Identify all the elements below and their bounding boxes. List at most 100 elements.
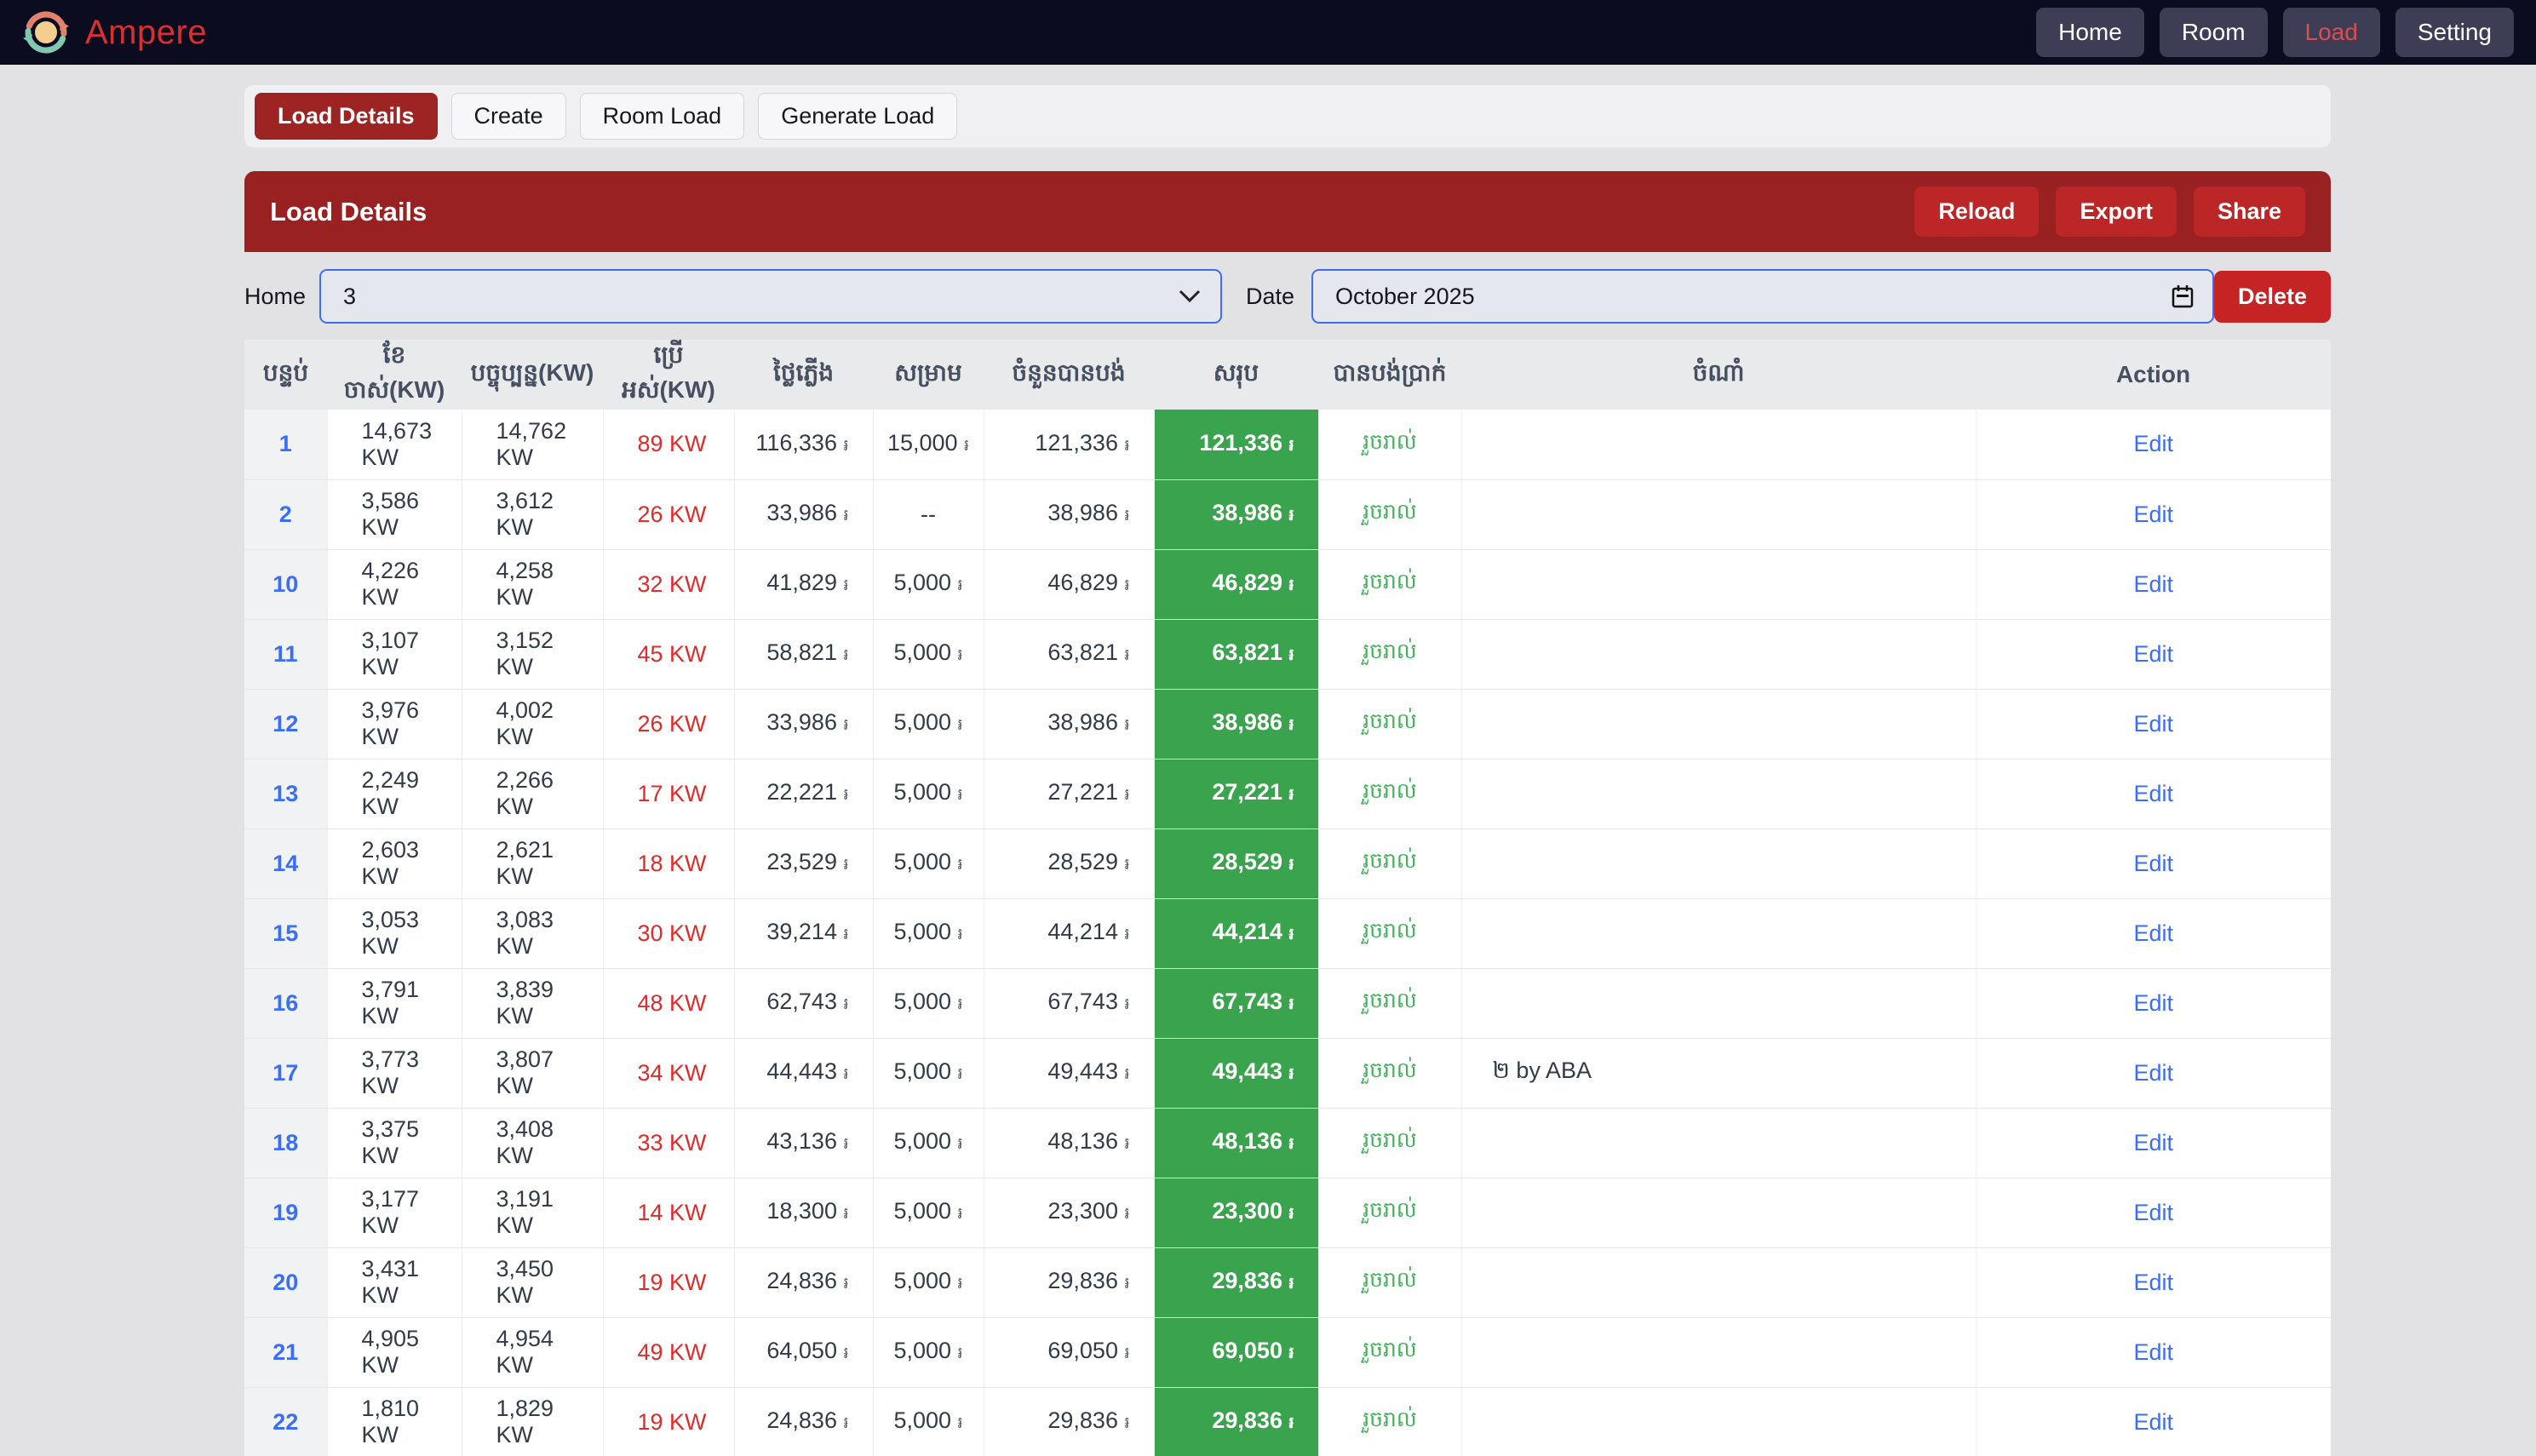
cell-total: 44,214 ៛ xyxy=(1154,898,1318,968)
cell-status: រួចរាល់ xyxy=(1318,1108,1461,1178)
cell-note: ២ by ABA xyxy=(1461,1038,1976,1108)
cell-current_kw: 1,829 KW xyxy=(462,1387,603,1456)
cell-old_kw: 3,586 KW xyxy=(327,479,462,549)
cell-action: Edit xyxy=(1976,1387,2331,1456)
cell-amount_paid: 69,050 ៛ xyxy=(984,1317,1154,1387)
cell-amount_paid: 44,214 ៛ xyxy=(984,898,1154,968)
cell-old_kw: 3,375 KW xyxy=(327,1108,462,1178)
edit-link[interactable]: Edit xyxy=(2133,1130,2173,1155)
cell-amount_paid: 29,836 ៛ xyxy=(984,1387,1154,1456)
date-input[interactable]: October 2025 xyxy=(1311,269,2214,324)
delete-button[interactable]: Delete xyxy=(2214,271,2331,323)
cell-status: រួចរាល់ xyxy=(1318,1387,1461,1456)
cell-amount_paid: 29,836 ៛ xyxy=(984,1247,1154,1317)
cell-current_kw: 2,266 KW xyxy=(462,759,603,828)
cell-garbage: 5,000 ៛ xyxy=(873,759,984,828)
cell-total: 29,836 ៛ xyxy=(1154,1247,1318,1317)
home-select[interactable]: 3 xyxy=(319,269,1222,324)
tab-create[interactable]: Create xyxy=(451,93,566,140)
cell-action: Edit xyxy=(1976,479,2331,549)
cell-note xyxy=(1461,828,1976,898)
cell-room: 13 xyxy=(244,759,327,828)
cell-room: 1 xyxy=(244,410,327,479)
cell-amount_paid: 49,443 ៛ xyxy=(984,1038,1154,1108)
cell-status: រួចរាល់ xyxy=(1318,828,1461,898)
column-header-10: Action xyxy=(1976,340,2331,410)
cell-used_kw: 45 KW xyxy=(603,619,734,689)
cell-garbage: 5,000 ៛ xyxy=(873,898,984,968)
edit-link[interactable]: Edit xyxy=(2133,781,2173,806)
edit-link[interactable]: Edit xyxy=(2133,571,2173,597)
cell-old_kw: 4,905 KW xyxy=(327,1317,462,1387)
export-button[interactable]: Export xyxy=(2056,186,2177,237)
cell-total: 67,743 ៛ xyxy=(1154,968,1318,1038)
table-row: 203,431 KW3,450 KW19 KW24,836 ៛5,000 ៛29… xyxy=(244,1247,2331,1317)
cell-action: Edit xyxy=(1976,549,2331,619)
cell-old_kw: 4,226 KW xyxy=(327,549,462,619)
cell-room: 15 xyxy=(244,898,327,968)
cell-action: Edit xyxy=(1976,1178,2331,1247)
tab-load-details[interactable]: Load Details xyxy=(255,93,438,140)
brand: Ampere xyxy=(22,9,207,56)
cell-room: 11 xyxy=(244,619,327,689)
table-row: 214,905 KW4,954 KW49 KW64,050 ៛5,000 ៛69… xyxy=(244,1317,2331,1387)
edit-link[interactable]: Edit xyxy=(2133,990,2173,1016)
cell-note xyxy=(1461,549,1976,619)
nav-button-setting[interactable]: Setting xyxy=(2395,8,2514,57)
load-table: បន្ទប់ខែចាស់(KW)បច្ចុប្បន្ន(KW)ប្រើអស់(K… xyxy=(244,340,2331,1456)
cell-room: 21 xyxy=(244,1317,327,1387)
cell-note xyxy=(1461,968,1976,1038)
cell-cost: 44,443 ៛ xyxy=(734,1038,873,1108)
edit-link[interactable]: Edit xyxy=(2133,851,2173,876)
cell-action: Edit xyxy=(1976,1317,2331,1387)
cell-used_kw: 32 KW xyxy=(603,549,734,619)
cell-amount_paid: 67,743 ៛ xyxy=(984,968,1154,1038)
brand-name: Ampere xyxy=(85,14,207,52)
cell-status: រួចរាល់ xyxy=(1318,479,1461,549)
edit-link[interactable]: Edit xyxy=(2133,1339,2173,1365)
edit-link[interactable]: Edit xyxy=(2133,502,2173,527)
edit-link[interactable]: Edit xyxy=(2133,1270,2173,1295)
edit-link[interactable]: Edit xyxy=(2133,641,2173,667)
cell-note xyxy=(1461,1317,1976,1387)
cell-action: Edit xyxy=(1976,1038,2331,1108)
cell-status: រួចរាល់ xyxy=(1318,759,1461,828)
edit-link[interactable]: Edit xyxy=(2133,920,2173,946)
cell-note xyxy=(1461,1247,1976,1317)
edit-link[interactable]: Edit xyxy=(2133,1409,2173,1435)
column-header-5: សម្រាម xyxy=(873,340,984,410)
cell-cost: 58,821 ៛ xyxy=(734,619,873,689)
nav-button-home[interactable]: Home xyxy=(2036,8,2144,57)
edit-link[interactable]: Edit xyxy=(2133,1060,2173,1086)
tab-generate-load[interactable]: Generate Load xyxy=(758,93,957,140)
edit-link[interactable]: Edit xyxy=(2133,711,2173,737)
cell-current_kw: 14,762 KW xyxy=(462,410,603,479)
nav-button-load[interactable]: Load xyxy=(2283,8,2380,57)
home-select-value: 3 xyxy=(343,284,356,310)
cell-used_kw: 34 KW xyxy=(603,1038,734,1108)
table-row: 183,375 KW3,408 KW33 KW43,136 ៛5,000 ៛48… xyxy=(244,1108,2331,1178)
table-row: 173,773 KW3,807 KW34 KW44,443 ៛5,000 ៛49… xyxy=(244,1038,2331,1108)
table-row: 113,107 KW3,152 KW45 KW58,821 ៛5,000 ៛63… xyxy=(244,619,2331,689)
share-button[interactable]: Share xyxy=(2194,186,2305,237)
cell-total: 69,050 ៛ xyxy=(1154,1317,1318,1387)
edit-link[interactable]: Edit xyxy=(2133,431,2173,456)
cell-used_kw: 17 KW xyxy=(603,759,734,828)
cell-garbage: 5,000 ៛ xyxy=(873,1247,984,1317)
cell-status: រួចរាល់ xyxy=(1318,619,1461,689)
reload-button[interactable]: Reload xyxy=(1914,186,2039,237)
table-row: 123,976 KW4,002 KW26 KW33,986 ៛5,000 ៛38… xyxy=(244,689,2331,759)
edit-link[interactable]: Edit xyxy=(2133,1200,2173,1225)
nav-buttons: Home Room Load Setting xyxy=(2036,8,2514,57)
column-header-0: បន្ទប់ xyxy=(244,340,327,410)
cell-old_kw: 3,053 KW xyxy=(327,898,462,968)
cell-note xyxy=(1461,1178,1976,1247)
cell-note xyxy=(1461,898,1976,968)
cell-current_kw: 4,258 KW xyxy=(462,549,603,619)
cell-cost: 18,300 ៛ xyxy=(734,1178,873,1247)
nav-button-room[interactable]: Room xyxy=(2160,8,2268,57)
tab-room-load[interactable]: Room Load xyxy=(580,93,745,140)
cell-total: 28,529 ៛ xyxy=(1154,828,1318,898)
cell-cost: 22,221 ៛ xyxy=(734,759,873,828)
column-header-4: ថ្លៃភ្លើង xyxy=(734,340,873,410)
